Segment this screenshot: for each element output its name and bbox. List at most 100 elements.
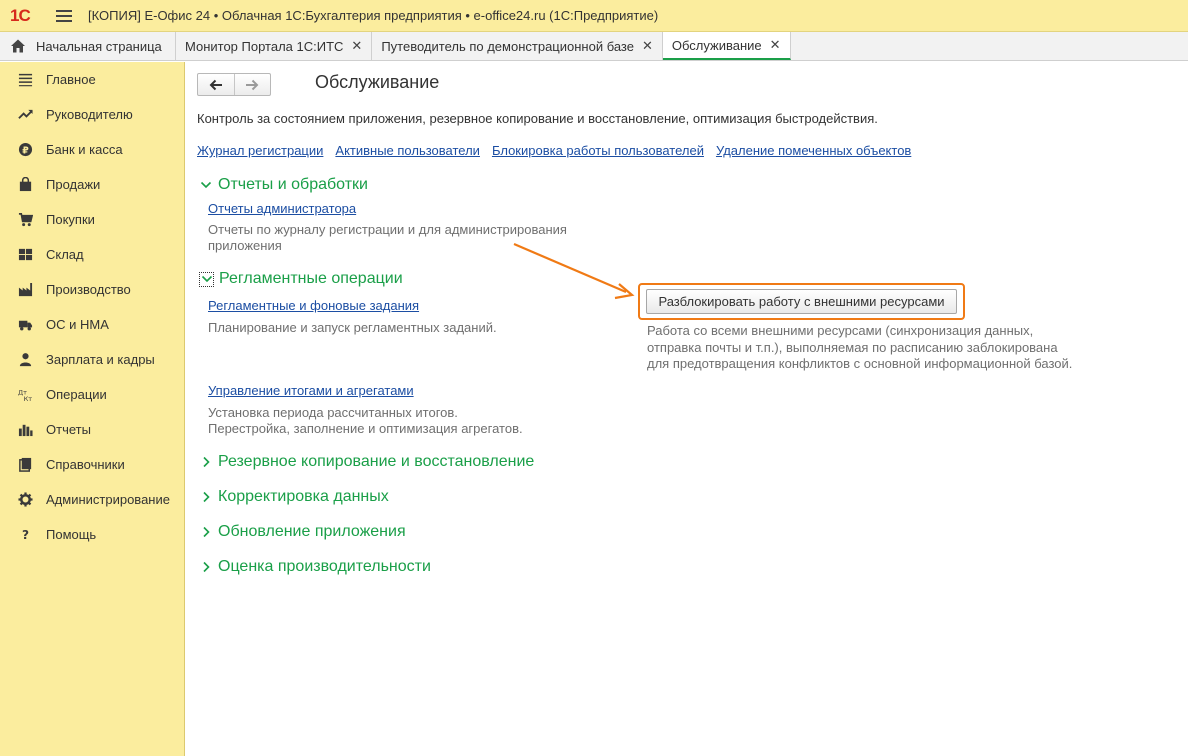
svg-text:₽: ₽: [22, 145, 29, 156]
window-title: [КОПИЯ] Е-Офис 24 • Облачная 1С:Бухгалте…: [88, 8, 659, 23]
sidebar-item-salary[interactable]: Зарплата и кадры: [0, 342, 184, 377]
section-title: Регламентные операции: [219, 270, 403, 287]
sidebar-item-label: Зарплата и кадры: [46, 352, 155, 367]
tab-home[interactable]: Начальная страница: [0, 32, 176, 60]
svg-text:?: ?: [21, 528, 28, 542]
description-line: Перестройка, заполнение и оптимизация аг…: [208, 421, 523, 436]
sidebar-item-label: Склад: [46, 247, 84, 262]
link-admin-reports[interactable]: Отчеты администратора: [208, 201, 356, 216]
link-totals-aggregates[interactable]: Управление итогами и агрегатами: [208, 383, 414, 398]
link-event-log[interactable]: Журнал регистрации: [197, 143, 323, 158]
unlock-note: Работа со всеми внешними ресурсами (синх…: [647, 323, 1072, 373]
sidebar-item-label: Банк и касса: [46, 142, 123, 157]
arrow-left-icon: [209, 79, 222, 90]
tab-maintenance[interactable]: Обслуживание ✕: [662, 32, 791, 60]
arrow-right-icon: [246, 79, 259, 90]
sidebar-item-reports[interactable]: Отчеты: [0, 412, 184, 447]
section-title: Резервное копирование и восстановление: [218, 453, 535, 470]
person-icon: [17, 352, 33, 368]
section-title: Корректировка данных: [218, 488, 389, 505]
note-line: отправка почты и т.п.), выполняемая по р…: [647, 339, 1058, 355]
sidebar-item-label: Главное: [46, 72, 96, 87]
bar-chart-icon: [17, 422, 33, 438]
factory-icon: [17, 282, 33, 298]
home-icon: [10, 38, 26, 54]
tab-label: Начальная страница: [36, 38, 162, 54]
sidebar-item-fixed-assets[interactable]: ОС и НМА: [0, 307, 184, 342]
tab-label: Монитор Портала 1С:ИТС: [185, 38, 344, 54]
warehouse-icon: [17, 247, 33, 263]
menu-lines-icon: [17, 72, 33, 88]
note-line: для предотвращения конфликтов с основной…: [647, 356, 1073, 371]
ruble-coin-icon: ₽: [17, 142, 33, 158]
sidebar-item-help[interactable]: ? Помощь: [0, 517, 184, 552]
sidebar-item-label: Отчеты: [46, 422, 91, 437]
section-data-correction[interactable]: Корректировка данных: [199, 488, 389, 506]
chevron-right-icon: [199, 525, 213, 539]
description-line: Отчеты по журналу регистрации и для адми…: [208, 222, 567, 237]
history-nav: [197, 73, 271, 96]
gear-icon: [17, 492, 33, 508]
shopping-bag-icon: [17, 177, 33, 193]
sidebar-item-label: Помощь: [46, 527, 97, 542]
dt-kt-icon: Дт Кт: [17, 387, 33, 403]
close-icon[interactable]: ✕: [642, 38, 653, 54]
close-icon[interactable]: ✕: [770, 37, 781, 53]
chevron-right-icon: [199, 560, 213, 574]
link-delete-marked[interactable]: Удаление помеченных объектов: [716, 143, 911, 158]
books-icon: [17, 457, 33, 473]
sidebar-item-label: Администрирование: [46, 492, 170, 507]
trend-icon: [17, 107, 33, 123]
section-performance[interactable]: Оценка производительности: [199, 558, 431, 576]
tab-label: Обслуживание: [671, 37, 762, 53]
page-title: Обслуживание: [315, 72, 440, 92]
sidebar-item-production[interactable]: Производство: [0, 272, 184, 307]
section-backup[interactable]: Резервное копирование и восстановление: [199, 453, 534, 471]
section-app-update[interactable]: Обновление приложения: [199, 523, 406, 541]
sidebar-item-purchases[interactable]: Покупки: [0, 202, 184, 237]
main-content: Обслуживание Контроль за состоянием прил…: [186, 62, 1188, 756]
section-title: Оценка производительности: [218, 558, 431, 575]
tab-its-monitor[interactable]: Монитор Портала 1С:ИТС ✕: [176, 32, 373, 60]
sidebar-item-administration[interactable]: Администрирование: [0, 482, 184, 517]
sidebar-item-bank[interactable]: ₽ Банк и касса: [0, 132, 184, 167]
sidebar-item-label: Справочники: [46, 457, 125, 472]
sidebar-item-label: Производство: [46, 282, 131, 297]
close-icon[interactable]: ✕: [351, 38, 362, 54]
sidebar-item-operations[interactable]: Дт Кт Операции: [0, 377, 184, 412]
sidebar: Главное Руководителю ₽ Банк и касса Прод…: [0, 62, 185, 756]
unlock-external-resources-button[interactable]: Разблокировать работу с внешними ресурса…: [646, 289, 957, 314]
section-reports[interactable]: Отчеты и обработки: [199, 176, 368, 194]
link-active-users[interactable]: Активные пользователи: [335, 143, 480, 158]
chevron-down-icon: [199, 271, 214, 287]
chevron-right-icon: [199, 455, 213, 469]
sidebar-item-label: Продажи: [46, 177, 101, 192]
sidebar-item-label: Руководителю: [46, 107, 133, 122]
link-scheduled-jobs[interactable]: Регламентные и фоновые задания: [208, 298, 419, 313]
sidebar-item-directories[interactable]: Справочники: [0, 447, 184, 482]
forward-button[interactable]: [233, 74, 270, 95]
section-title: Обновление приложения: [218, 523, 406, 540]
description-line: Установка периода рассчитанных итогов.: [208, 405, 458, 420]
sidebar-item-sales[interactable]: Продажи: [0, 167, 184, 202]
admin-reports-description: Отчеты по журналу регистрации и для адми…: [208, 222, 567, 254]
unlock-highlight-frame: Разблокировать работу с внешними ресурса…: [638, 283, 965, 320]
chevron-right-icon: [199, 490, 213, 504]
tab-label: Путеводитель по демонстрационной базе: [381, 38, 634, 54]
totals-aggregates-description: Установка периода рассчитанных итогов. П…: [208, 405, 523, 437]
question-icon: ?: [17, 527, 33, 543]
sidebar-item-warehouse[interactable]: Склад: [0, 237, 184, 272]
link-user-lock[interactable]: Блокировка работы пользователей: [492, 143, 704, 158]
tab-demo-guide[interactable]: Путеводитель по демонстрационной базе ✕: [372, 32, 663, 60]
tab-bar: Начальная страница Монитор Портала 1С:ИТ…: [0, 32, 1188, 61]
section-scheduled-operations[interactable]: Регламентные операции: [199, 270, 403, 288]
app-logo: 1С: [10, 5, 31, 25]
main-menu-icon[interactable]: [56, 9, 72, 22]
sidebar-item-manager[interactable]: Руководителю: [0, 97, 184, 132]
description-line: приложения: [208, 238, 282, 253]
note-line: Работа со всеми внешними ресурсами (синх…: [647, 323, 1034, 338]
chevron-down-icon: [199, 178, 213, 192]
sidebar-item-main[interactable]: Главное: [0, 62, 184, 97]
sidebar-item-label: ОС и НМА: [46, 317, 109, 332]
back-button[interactable]: [198, 74, 234, 95]
